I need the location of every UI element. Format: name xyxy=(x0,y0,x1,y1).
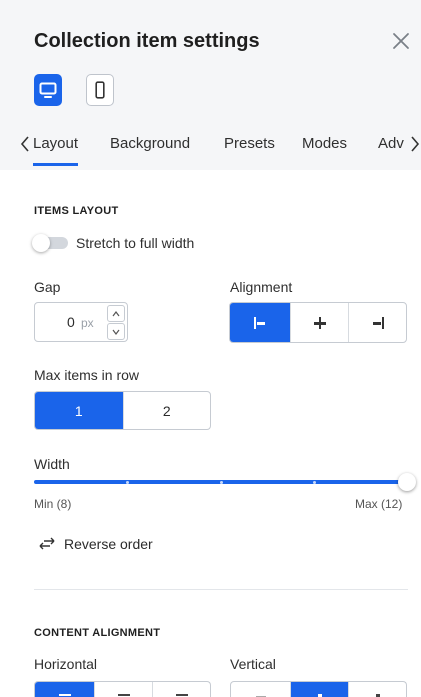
max-items-label: Max items in row xyxy=(34,367,140,383)
panel-title: Collection item settings xyxy=(34,30,260,52)
width-max-label: Max (12) xyxy=(355,497,403,511)
horizontal-align-group xyxy=(34,681,211,697)
chevron-left-icon[interactable] xyxy=(18,134,32,154)
alignment-group xyxy=(229,302,407,343)
reverse-order-label: Reverse order xyxy=(64,536,153,552)
max-items-option-2[interactable]: 2 xyxy=(122,392,211,429)
stepper-down-button[interactable] xyxy=(107,323,125,340)
tab-bar: Layout Background Presets Modes Adv xyxy=(0,122,421,168)
mobile-view-button[interactable] xyxy=(86,74,114,106)
vertical-label: Vertical xyxy=(230,656,276,672)
tab-layout[interactable]: Layout xyxy=(33,135,79,166)
max-items-group: 1 2 xyxy=(34,391,211,430)
slider-step-mark xyxy=(126,481,129,484)
width-min-label: Min (8) xyxy=(34,497,72,511)
close-icon[interactable] xyxy=(389,29,413,53)
tab-presets[interactable]: Presets xyxy=(224,135,275,152)
gap-unit: px xyxy=(81,316,94,330)
stepper-up-button[interactable] xyxy=(107,305,125,322)
tab-strip: Layout Background Presets Modes Adv xyxy=(0,122,407,168)
align-center-icon xyxy=(313,316,326,329)
desktop-icon xyxy=(39,82,57,98)
slider-step-mark xyxy=(313,481,316,484)
max-items-option-1[interactable]: 1 xyxy=(35,392,123,429)
align-middle-icon xyxy=(317,693,322,697)
vertical-align-bottom-button[interactable] xyxy=(348,682,406,697)
section-divider xyxy=(34,589,408,590)
items-layout-title: ITEMS LAYOUT xyxy=(34,205,119,217)
align-top-icon xyxy=(255,695,266,697)
align-center-button[interactable] xyxy=(290,303,348,342)
slider-step-mark xyxy=(220,481,223,484)
caret-up-icon xyxy=(112,310,120,316)
align-right-icon xyxy=(372,316,384,329)
gap-stepper xyxy=(107,303,129,343)
settings-header: Collection item settings Layout Backgrou… xyxy=(0,0,421,170)
tab-modes[interactable]: Modes xyxy=(302,135,347,152)
stretch-toggle[interactable] xyxy=(32,234,68,252)
mobile-icon xyxy=(95,81,105,99)
align-right-button[interactable] xyxy=(348,303,406,342)
gap-input[interactable]: 0 px xyxy=(34,302,128,342)
stretch-label: Stretch to full width xyxy=(76,235,195,251)
vertical-align-group xyxy=(230,681,407,697)
width-slider-track[interactable] xyxy=(34,480,408,484)
width-label: Width xyxy=(34,456,70,472)
text-align-center-icon xyxy=(117,693,130,696)
align-left-icon xyxy=(254,316,265,329)
tab-background[interactable]: Background xyxy=(110,135,190,152)
desktop-view-button[interactable] xyxy=(34,74,62,106)
gap-label: Gap xyxy=(34,279,61,295)
gap-value: 0 xyxy=(67,314,75,330)
horizontal-align-right-button[interactable] xyxy=(152,682,210,697)
vertical-align-top-button[interactable] xyxy=(231,682,290,697)
content-alignment-title: CONTENT ALIGNMENT xyxy=(34,627,161,639)
horizontal-align-center-button[interactable] xyxy=(94,682,152,697)
caret-down-icon xyxy=(112,329,120,335)
alignment-label: Alignment xyxy=(230,279,293,295)
tab-advanced[interactable]: Adv xyxy=(378,135,404,152)
text-align-left-icon xyxy=(58,693,71,696)
vertical-align-middle-button[interactable] xyxy=(290,682,348,697)
align-left-button[interactable] xyxy=(230,303,290,342)
chevron-right-icon[interactable] xyxy=(410,134,421,154)
align-bottom-icon xyxy=(375,693,380,697)
text-align-right-icon xyxy=(175,693,188,696)
toggle-knob xyxy=(32,234,50,252)
horizontal-align-left-button[interactable] xyxy=(35,682,94,697)
swap-arrows-icon xyxy=(39,537,55,550)
width-slider-handle[interactable] xyxy=(398,473,416,491)
reverse-order-button[interactable]: Reverse order xyxy=(38,534,153,554)
horizontal-label: Horizontal xyxy=(34,656,98,672)
